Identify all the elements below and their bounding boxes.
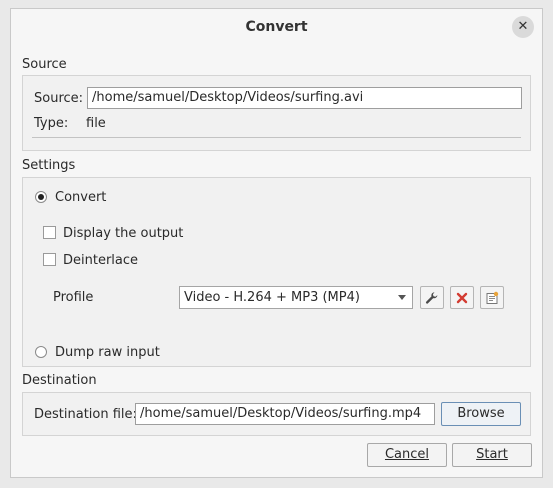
- close-icon: ✕: [517, 19, 529, 34]
- type-label: Type:: [34, 116, 69, 131]
- edit-profile-button[interactable]: [420, 286, 444, 309]
- destination-section-label: Destination: [22, 373, 97, 388]
- convert-radio[interactable]: [35, 191, 47, 203]
- display-output-checkbox[interactable]: [43, 226, 56, 239]
- source-field[interactable]: /home/samuel/Desktop/Videos/surfing.avi: [87, 87, 522, 109]
- source-label: Source:: [34, 91, 84, 106]
- source-divider: [32, 137, 521, 138]
- destination-file-label: Destination file:: [34, 407, 137, 422]
- new-profile-button[interactable]: [480, 286, 504, 309]
- delete-profile-button[interactable]: [450, 286, 474, 309]
- close-button[interactable]: ✕: [512, 16, 534, 38]
- deinterlace-checkbox[interactable]: [43, 253, 56, 266]
- destination-file-field[interactable]: /home/samuel/Desktop/Videos/surfing.mp4: [135, 403, 435, 425]
- browse-button[interactable]: Browse: [441, 402, 521, 426]
- profile-label: Profile: [53, 290, 94, 305]
- source-group: Source: /home/samuel/Desktop/Videos/surf…: [22, 75, 531, 151]
- dump-raw-radio[interactable]: [35, 346, 47, 358]
- dialog-title: Convert: [245, 19, 308, 35]
- source-section-label: Source: [22, 57, 67, 72]
- settings-group: Convert Display the output Deinterlace P…: [22, 177, 531, 367]
- start-button[interactable]: Start: [452, 443, 532, 467]
- convert-dialog: Convert ✕ Source Source: /home/samuel/De…: [10, 8, 543, 478]
- dump-raw-label[interactable]: Dump raw input: [55, 345, 160, 360]
- chevron-down-icon: [398, 295, 406, 300]
- settings-section-label: Settings: [22, 158, 76, 173]
- delete-icon: [456, 292, 468, 303]
- deinterlace-label[interactable]: Deinterlace: [63, 253, 138, 268]
- destination-group: Destination file: /home/samuel/Desktop/V…: [22, 392, 531, 436]
- profile-select-value: Video - H.264 + MP3 (MP4): [184, 290, 360, 305]
- convert-radio-label[interactable]: Convert: [55, 190, 106, 205]
- cancel-button[interactable]: Cancel: [367, 443, 447, 467]
- type-value: file: [86, 116, 106, 131]
- cancel-button-label: Cancel: [384, 447, 430, 462]
- profile-select[interactable]: Video - H.264 + MP3 (MP4): [179, 286, 413, 309]
- start-button-label: Start: [476, 447, 508, 462]
- new-profile-icon: [486, 291, 499, 304]
- wrench-icon: [425, 291, 438, 304]
- title-bar: Convert ✕: [11, 9, 542, 47]
- display-output-label[interactable]: Display the output: [63, 226, 183, 241]
